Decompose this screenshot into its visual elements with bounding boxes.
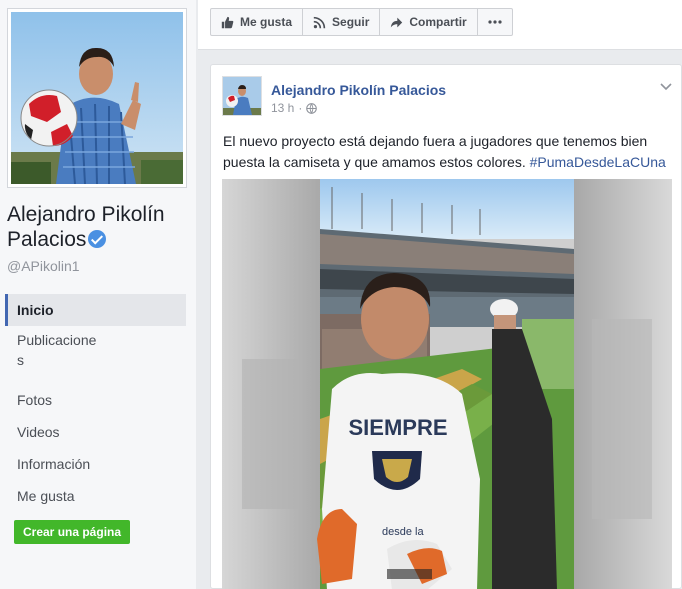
- share-button[interactable]: Compartir: [379, 8, 478, 36]
- follow-button[interactable]: Seguir: [302, 8, 381, 36]
- post-author-avatar[interactable]: [222, 76, 262, 116]
- page-nav: Inicio Publicaciones Fotos Videos Inform…: [5, 294, 186, 512]
- nav-item-informacion[interactable]: Información: [5, 448, 186, 480]
- nav-item-inicio[interactable]: Inicio: [5, 294, 186, 326]
- shirt-text: SIEMPRE: [348, 415, 447, 440]
- page-title[interactable]: Alejandro Pikolín Palacios: [7, 202, 193, 252]
- more-options-button[interactable]: [476, 8, 513, 36]
- post-card: Alejandro Pikolín Palacios 13 h · El nue…: [210, 64, 682, 589]
- rss-icon: [313, 16, 326, 28]
- thumbs-up-icon: [221, 16, 234, 28]
- post-hashtag[interactable]: #PumaDesdeLaCUna: [530, 154, 666, 170]
- post-video[interactable]: SIEMPRE desde la: [222, 179, 672, 589]
- nav-item-publicaciones[interactable]: Publicaciones: [5, 326, 186, 384]
- post-timestamp[interactable]: 13 h: [271, 101, 294, 115]
- create-page-button[interactable]: Crear una página: [14, 520, 131, 544]
- page-handle: @APikolin1: [7, 258, 80, 274]
- video-frame: SIEMPRE desde la: [222, 179, 672, 589]
- page-title-text: Alejandro Pikolín Palacios: [7, 203, 165, 251]
- nav-item-publicaciones-label: Publicaciones: [17, 332, 97, 368]
- share-arrow-icon: [391, 17, 403, 27]
- more-dots-icon: [488, 20, 502, 24]
- nav-item-videos[interactable]: Videos: [5, 416, 186, 448]
- profile-picture[interactable]: [7, 8, 187, 188]
- like-label: Me gusta: [240, 15, 293, 29]
- verified-badge-icon: [88, 230, 107, 248]
- nav-item-fotos[interactable]: Fotos: [5, 384, 186, 416]
- post-meta: 13 h ·: [271, 101, 318, 115]
- share-label: Compartir: [409, 15, 467, 29]
- like-page-button[interactable]: Me gusta: [210, 8, 304, 36]
- post-text: El nuevo proyecto está dejando fuera a j…: [223, 131, 675, 173]
- globe-icon[interactable]: [306, 102, 318, 114]
- avatar-image: [223, 77, 261, 115]
- follow-label: Seguir: [332, 15, 370, 29]
- left-sidebar: Alejandro Pikolín Palacios @APikolin1 In…: [0, 0, 196, 589]
- shirt-subtext: desde la: [382, 526, 424, 538]
- chevron-down-icon[interactable]: [659, 79, 673, 93]
- page-action-bar: Me gusta Seguir Compartir: [198, 0, 682, 50]
- post-author-name[interactable]: Alejandro Pikolín Palacios: [271, 82, 446, 98]
- meta-separator: ·: [298, 101, 303, 115]
- nav-item-me-gusta[interactable]: Me gusta: [5, 480, 186, 512]
- profile-photo: [11, 12, 183, 184]
- main-column: Me gusta Seguir Compartir Alejandro Piko…: [198, 0, 682, 589]
- action-buttons: Me gusta Seguir Compartir: [210, 8, 513, 36]
